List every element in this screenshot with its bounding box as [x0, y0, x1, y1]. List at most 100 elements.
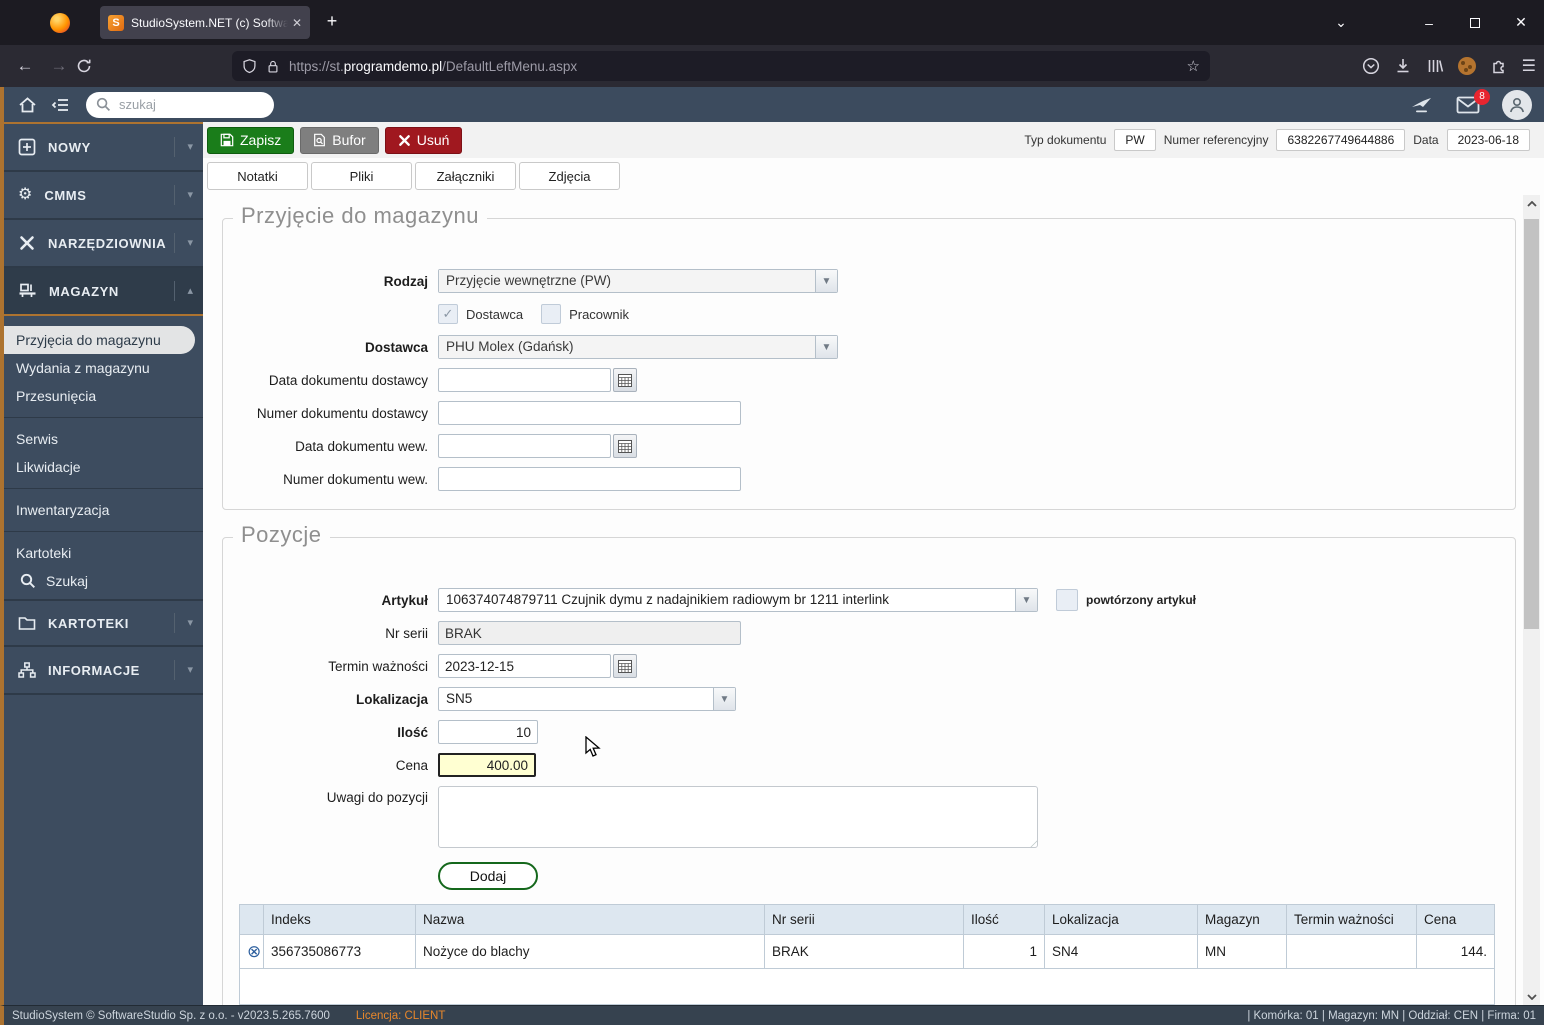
status-context: | Komórka: 01 | Magazyn: MN | Oddział: C…: [1247, 1009, 1536, 1022]
sidebar-item-likwidacje[interactable]: Likwidacje: [4, 453, 203, 481]
dostawca-checkbox-label: Dostawca: [466, 306, 524, 322]
sidebar-item-cmms[interactable]: ⚙ CMMS ▾: [4, 172, 203, 220]
chevron-down-icon[interactable]: ▾: [174, 185, 193, 205]
pocket-icon[interactable]: [1362, 57, 1380, 75]
tab-pliki[interactable]: Pliki: [311, 162, 412, 190]
artykul-value: 106374074879711 Czujnik dymu z nadajniki…: [446, 592, 890, 607]
sidebar-item-kartoteki[interactable]: Kartoteki: [4, 539, 203, 567]
browser-tab[interactable]: S StudioSystem.NET (c) Software ✕: [100, 6, 310, 39]
flight-icon[interactable]: [1410, 95, 1434, 115]
search-input[interactable]: [119, 97, 249, 112]
sidebar-item-przesuniecia[interactable]: Przesunięcia: [4, 382, 203, 410]
firefox-icon[interactable]: [50, 12, 70, 33]
ilosc-input[interactable]: [438, 720, 538, 744]
sitemap-icon: [18, 661, 36, 678]
messages-envelope-icon[interactable]: 8: [1456, 88, 1490, 114]
collapse-menu-icon[interactable]: [51, 96, 70, 114]
artykul-select[interactable]: 106374074879711 Czujnik dymu z nadajniki…: [438, 588, 1038, 612]
scroll-down-icon[interactable]: [1523, 988, 1540, 1005]
sidebar-item-label: INFORMACJE: [48, 662, 140, 678]
data-wew-input[interactable]: [438, 434, 611, 458]
tab-zalaczniki[interactable]: Załączniki: [415, 162, 516, 190]
home-icon[interactable]: [18, 96, 37, 114]
forward-button[interactable]: →: [42, 56, 76, 76]
rodzaj-label: Rodzaj: [383, 273, 428, 289]
vertical-scrollbar[interactable]: [1523, 195, 1540, 1005]
chevron-down-icon[interactable]: ▾: [174, 660, 193, 680]
reload-button[interactable]: [76, 58, 110, 74]
calendar-icon[interactable]: [613, 654, 637, 678]
scrollbar-thumb[interactable]: [1524, 219, 1539, 629]
powtorzony-checkbox[interactable]: [1056, 589, 1078, 611]
uwagi-textarea[interactable]: [438, 786, 1038, 848]
divider: [4, 531, 203, 532]
document-toolbar: Zapisz Bufor Usuń Typ dokumentu PW Numer…: [203, 122, 1544, 158]
numer-wew-input[interactable]: [438, 467, 741, 491]
downloads-icon[interactable]: [1394, 57, 1412, 75]
sidebar-item-serwis[interactable]: Serwis: [4, 425, 203, 453]
user-avatar[interactable]: [1502, 89, 1532, 120]
termin-input[interactable]: [438, 654, 611, 678]
rodzaj-select[interactable]: Przyjęcie wewnętrzne (PW) ▼: [438, 269, 838, 293]
shield-icon[interactable]: [242, 58, 257, 74]
minimize-button[interactable]: –: [1406, 15, 1452, 31]
lock-icon[interactable]: [266, 59, 280, 74]
delete-row-icon[interactable]: ⊗: [247, 942, 261, 961]
delete-button[interactable]: Usuń: [384, 126, 463, 154]
sidebar-item-szukaj[interactable]: Szukaj: [4, 567, 203, 595]
data-dostawcy-input[interactable]: [438, 368, 611, 392]
numer-dostawcy-input[interactable]: [438, 401, 741, 425]
pracownik-checkbox[interactable]: [541, 304, 562, 324]
table-header-row: Indeks Nazwa Nr serii Ilość Lokalizacja …: [239, 904, 1495, 935]
sidebar-item-kartoteki-section[interactable]: KARTOTEKI ▾: [4, 599, 203, 647]
sidebar-item-przyjecia[interactable]: Przyjęcia do magazynu: [4, 326, 195, 354]
library-icon[interactable]: [1426, 57, 1444, 75]
gears-icon: ⚙: [18, 186, 33, 203]
sidebar-item-wydania[interactable]: Wydania z magazynu: [4, 354, 203, 382]
tab-notatki[interactable]: Notatki: [207, 162, 308, 190]
doc-type-value: PW: [1114, 129, 1156, 151]
lokalizacja-select[interactable]: SN5 ▼: [438, 687, 736, 711]
chevron-down-icon[interactable]: ▾: [174, 137, 193, 157]
sidebar-item-narzedziownia[interactable]: NARZĘDZIOWNIA ▾: [4, 220, 203, 268]
sidebar-item-informacje[interactable]: INFORMACJE ▾: [4, 647, 203, 695]
sidebar-item-label: NARZĘDZIOWNIA: [48, 235, 167, 251]
tab-close-icon[interactable]: ✕: [292, 16, 302, 30]
new-tab-button[interactable]: +: [318, 8, 346, 36]
chevron-up-icon[interactable]: ▴: [174, 281, 193, 301]
extensions-puzzle-icon[interactable]: [1490, 57, 1508, 75]
calendar-icon[interactable]: [613, 368, 637, 392]
dostawca-select[interactable]: PHU Molex (Gdańsk) ▼: [438, 335, 838, 359]
tab-list-button[interactable]: ⌄: [1318, 0, 1364, 45]
chevron-down-icon[interactable]: ▾: [174, 233, 193, 253]
bookmark-star-icon[interactable]: ☆: [1187, 57, 1200, 75]
select-arrow-icon[interactable]: ▼: [713, 688, 735, 710]
scroll-up-icon[interactable]: [1523, 195, 1540, 212]
dodaj-button[interactable]: Dodaj: [438, 862, 538, 890]
url-bar[interactable]: https://st.programdemo.pl/DefaultLeftMen…: [232, 51, 1210, 81]
save-button[interactable]: Zapisz: [207, 126, 295, 154]
select-arrow-icon[interactable]: ▼: [815, 336, 837, 358]
chevron-down-icon[interactable]: ⌄: [1318, 14, 1364, 31]
menu-icon[interactable]: ☰: [1522, 56, 1536, 76]
sidebar-item-magazyn[interactable]: MAGAZYN ▴: [4, 268, 203, 316]
cena-input[interactable]: [438, 753, 536, 777]
buffer-button[interactable]: Bufor: [300, 126, 379, 154]
lokalizacja-value: SN5: [446, 691, 473, 706]
select-arrow-icon[interactable]: ▼: [815, 270, 837, 292]
forklift-icon: [19, 283, 36, 297]
chevron-down-icon[interactable]: ▾: [174, 613, 193, 633]
global-search[interactable]: [86, 91, 274, 118]
account-avatar-icon[interactable]: [1457, 57, 1476, 75]
dostawca-checkbox[interactable]: ✓: [438, 304, 458, 324]
maximize-button[interactable]: [1452, 15, 1498, 31]
cell-termin: [1286, 934, 1417, 969]
select-arrow-icon[interactable]: ▼: [1015, 589, 1037, 611]
calendar-icon[interactable]: [613, 434, 637, 458]
sidebar-item-nowy[interactable]: NOWY ▾: [4, 124, 203, 172]
back-button[interactable]: ←: [8, 56, 42, 76]
delete-column-header: [239, 904, 264, 935]
tab-zdjecia[interactable]: Zdjęcia: [519, 162, 620, 190]
sidebar-item-inwentaryzacja[interactable]: Inwentaryzacja: [4, 496, 203, 524]
close-window-button[interactable]: ✕: [1498, 14, 1544, 31]
